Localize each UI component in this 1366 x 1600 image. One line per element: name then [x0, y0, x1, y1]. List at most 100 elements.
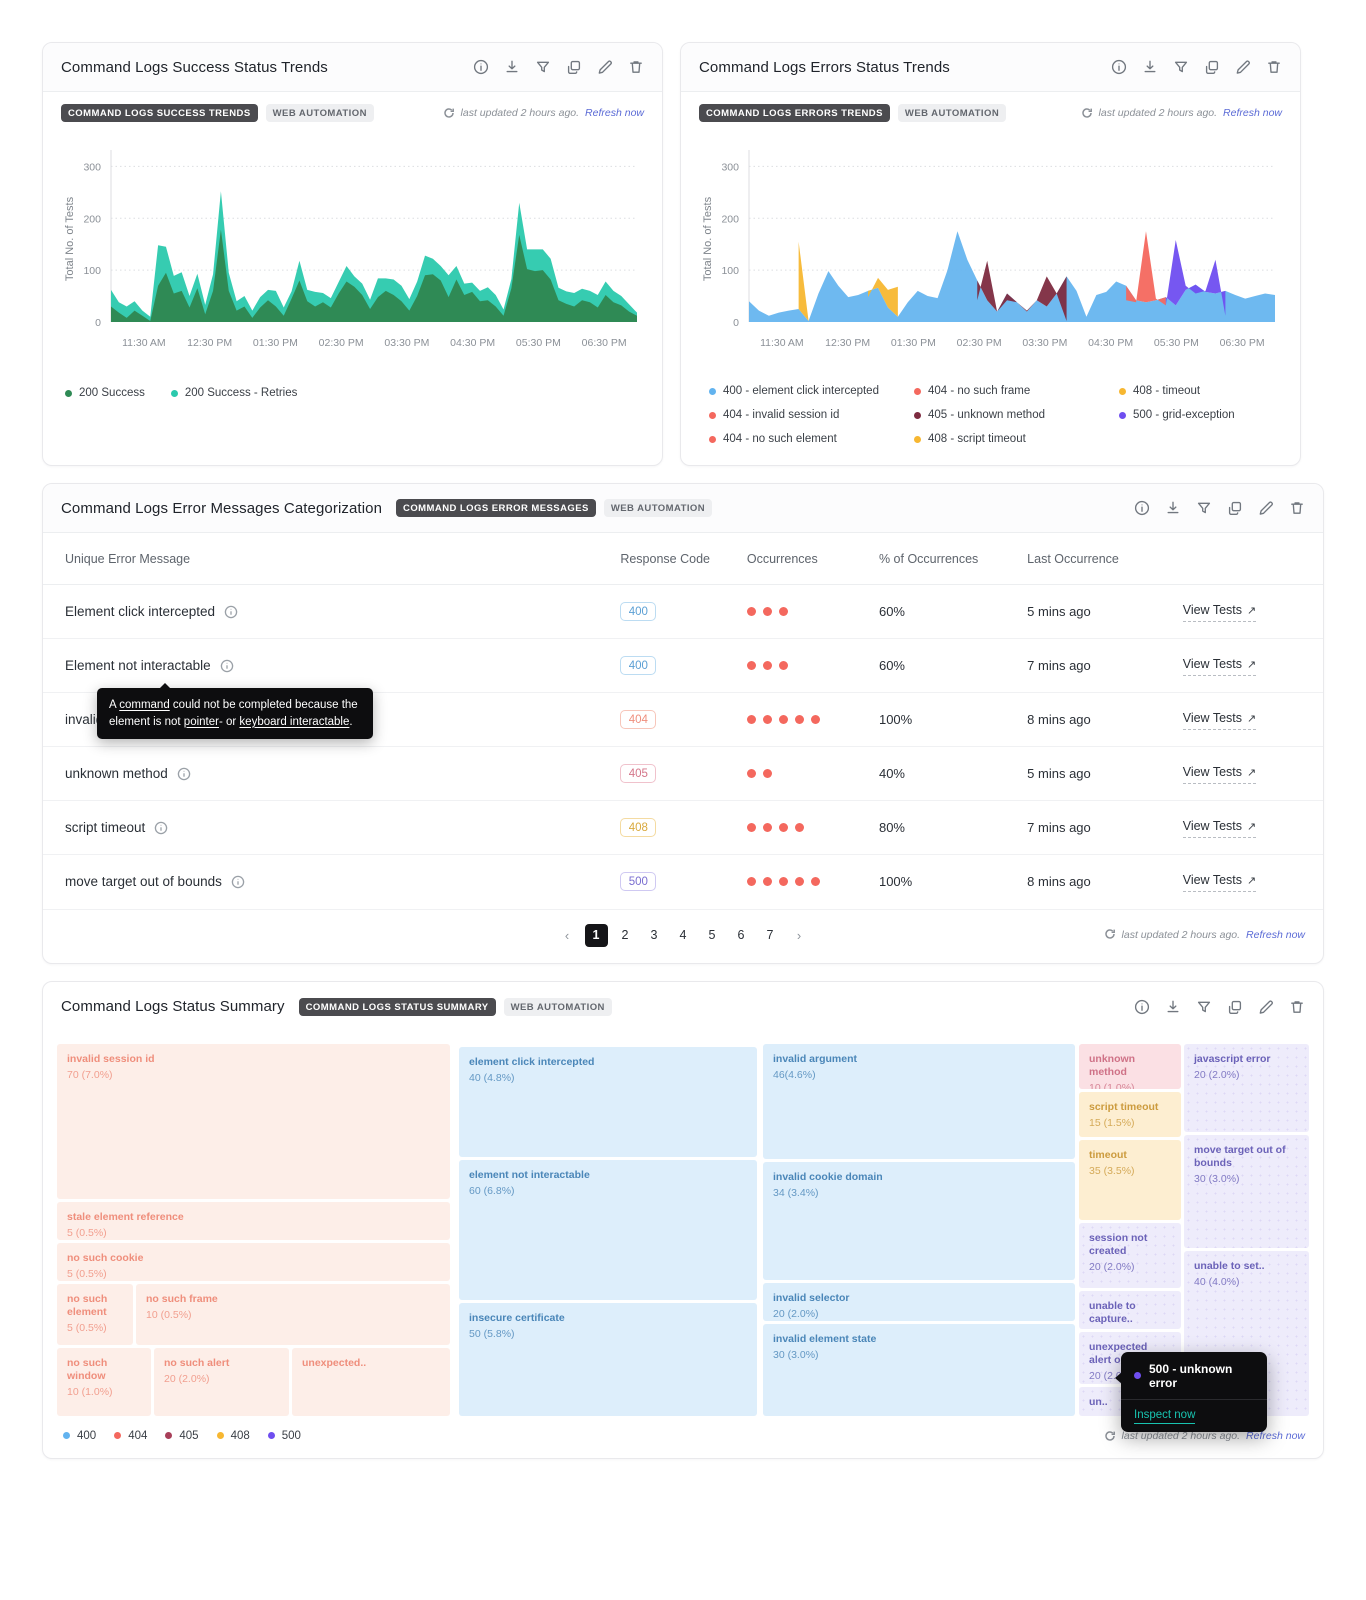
view-tests-link[interactable]: View Tests ↗	[1183, 657, 1257, 676]
view-tests-link[interactable]: View Tests ↗	[1183, 603, 1257, 622]
treemap-tile[interactable]: no such cookie5 (0.5%)	[57, 1243, 450, 1281]
view-tests-link[interactable]: View Tests ↗	[1183, 765, 1257, 784]
legend-item[interactable]: 408	[217, 1430, 250, 1442]
download-icon[interactable]	[1165, 500, 1181, 516]
treemap-tile-label: stale element reference	[67, 1211, 441, 1224]
treemap-tile[interactable]: insecure certificate50 (5.8%)	[459, 1303, 757, 1416]
legend-item[interactable]: 405	[165, 1430, 198, 1442]
pagination-page-5[interactable]: 5	[701, 924, 724, 947]
filter-icon[interactable]	[535, 59, 551, 75]
treemap-tile[interactable]: invalid session id70 (7.0%)	[57, 1044, 450, 1199]
treemap-tile[interactable]: element not interactable60 (6.8%)	[459, 1160, 757, 1300]
legend-dot-icon	[171, 390, 178, 397]
pagination-page-2[interactable]: 2	[614, 924, 637, 947]
edit-icon[interactable]	[1258, 500, 1274, 516]
filter-icon[interactable]	[1173, 59, 1189, 75]
edit-icon[interactable]	[1235, 59, 1251, 75]
legend-item[interactable]: 404 - no such element	[709, 433, 914, 445]
copy-icon[interactable]	[1227, 999, 1243, 1015]
errors-chart-body: 010020030011:30 AM12:30 PM01:30 PM02:30 …	[681, 128, 1300, 465]
edit-icon[interactable]	[1258, 999, 1274, 1015]
copy-icon[interactable]	[1204, 59, 1220, 75]
info-icon[interactable]	[224, 605, 238, 619]
cell-last-occurrence: 7 mins ago	[1027, 639, 1183, 693]
legend-item[interactable]: 200 Success - Retries	[171, 387, 298, 399]
refresh-now-link[interactable]: Refresh now	[1246, 929, 1305, 941]
treemap-tile[interactable]: element click intercepted40 (4.8%)	[459, 1047, 757, 1157]
legend-item[interactable]: 404	[114, 1430, 147, 1442]
table-row: move target out of bounds 500 100% 8 min…	[43, 855, 1323, 909]
legend-item[interactable]: 404 - no such frame	[914, 385, 1119, 397]
refresh-now-link[interactable]: Refresh now	[1223, 107, 1282, 119]
success-updated: last updated 2 hours ago. Refresh now	[443, 107, 644, 119]
treemap-tile[interactable]: no such window10 (1.0%)	[57, 1348, 151, 1416]
download-icon[interactable]	[1165, 999, 1181, 1015]
treemap-tile[interactable]: unexpected..	[292, 1348, 450, 1416]
treemap-tile-label: no such window	[67, 1357, 142, 1383]
filter-icon[interactable]	[1196, 500, 1212, 516]
errors-area-chart: 010020030011:30 AM12:30 PM01:30 PM02:30 …	[697, 134, 1285, 379]
legend-item[interactable]: 408 - script timeout	[914, 433, 1119, 445]
treemap-tile[interactable]: no such alert20 (2.0%)	[154, 1348, 289, 1416]
treemap-tile[interactable]: invalid argument46(4.6%)	[763, 1044, 1075, 1159]
refresh-now-link[interactable]: Refresh now	[585, 107, 644, 119]
info-icon[interactable]	[231, 875, 245, 889]
delete-icon[interactable]	[1289, 500, 1305, 516]
treemap-tile[interactable]: session not created20 (2.0%)	[1079, 1223, 1181, 1288]
pagination-next[interactable]: ›	[788, 924, 811, 947]
pagination-prev[interactable]: ‹	[556, 924, 579, 947]
download-icon[interactable]	[1142, 59, 1158, 75]
svg-text:Total No. of Tests: Total No. of Tests	[702, 196, 714, 281]
legend-item[interactable]: 404 - invalid session id	[709, 409, 914, 421]
refresh-icon	[1104, 928, 1116, 943]
view-tests-link[interactable]: View Tests ↗	[1183, 711, 1257, 730]
info-icon[interactable]	[154, 821, 168, 835]
legend-item[interactable]: 405 - unknown method	[914, 409, 1119, 421]
info-icon[interactable]	[1134, 999, 1150, 1015]
pagination-page-1[interactable]: 1	[585, 924, 608, 947]
view-tests-link[interactable]: View Tests ↗	[1183, 819, 1257, 838]
treemap-tile[interactable]: invalid selector20 (2.0%)	[763, 1283, 1075, 1321]
treemap-tile[interactable]: script timeout15 (1.5%)	[1079, 1092, 1181, 1137]
legend-item[interactable]: 500	[268, 1430, 301, 1442]
legend-item[interactable]: 400	[63, 1430, 96, 1442]
info-icon[interactable]	[177, 767, 191, 781]
delete-icon[interactable]	[1289, 999, 1305, 1015]
treemap-tile[interactable]: timeout35 (3.5%)	[1079, 1140, 1181, 1220]
view-tests-link[interactable]: View Tests ↗	[1183, 873, 1257, 892]
delete-icon[interactable]	[1266, 59, 1282, 75]
treemap-tile[interactable]: unknown method10 (1.0%)	[1079, 1044, 1181, 1089]
info-icon[interactable]	[220, 659, 234, 673]
delete-icon[interactable]	[628, 59, 644, 75]
copy-icon[interactable]	[566, 59, 582, 75]
legend-item[interactable]: 500 - grid-exception	[1119, 409, 1299, 421]
treemap-tile[interactable]: stale element reference5 (0.5%)	[57, 1202, 450, 1240]
treemap-tile[interactable]: invalid cookie domain34 (3.4%)	[763, 1162, 1075, 1280]
info-icon[interactable]	[1111, 59, 1127, 75]
pagination-page-6[interactable]: 6	[730, 924, 753, 947]
treemap-tile[interactable]: no such frame10 (0.5%)	[136, 1284, 450, 1345]
table-row: Element click intercepted 400 60% 5 mins…	[43, 585, 1323, 639]
treemap-tile[interactable]: unable to capture..	[1079, 1291, 1181, 1329]
pagination-page-7[interactable]: 7	[759, 924, 782, 947]
legend-item[interactable]: 200 Success	[65, 387, 145, 399]
filter-icon[interactable]	[1196, 999, 1212, 1015]
treemap-tile[interactable]: move target out of bounds30 (3.0%)	[1184, 1135, 1309, 1248]
legend-item[interactable]: 400 - element click intercepted	[709, 385, 914, 397]
info-icon[interactable]	[1134, 500, 1150, 516]
svg-text:200: 200	[721, 213, 739, 225]
pagination-page-3[interactable]: 3	[643, 924, 666, 947]
treemap-tile[interactable]: javascript error20 (2.0%)	[1184, 1044, 1309, 1132]
pagination-page-4[interactable]: 4	[672, 924, 695, 947]
page-title: Command Logs Success Status Trends	[61, 59, 328, 76]
legend-dot-icon	[914, 436, 921, 443]
copy-icon[interactable]	[1227, 500, 1243, 516]
percent-value: 40%	[879, 766, 905, 781]
edit-icon[interactable]	[597, 59, 613, 75]
treemap-tile[interactable]: invalid element state30 (3.0%)	[763, 1324, 1075, 1416]
inspect-now-button[interactable]: Inspect now	[1121, 1400, 1267, 1432]
treemap-tile[interactable]: no such element5 (0.5%)	[57, 1284, 133, 1345]
download-icon[interactable]	[504, 59, 520, 75]
info-icon[interactable]	[473, 59, 489, 75]
legend-item[interactable]: 408 - timeout	[1119, 385, 1299, 397]
